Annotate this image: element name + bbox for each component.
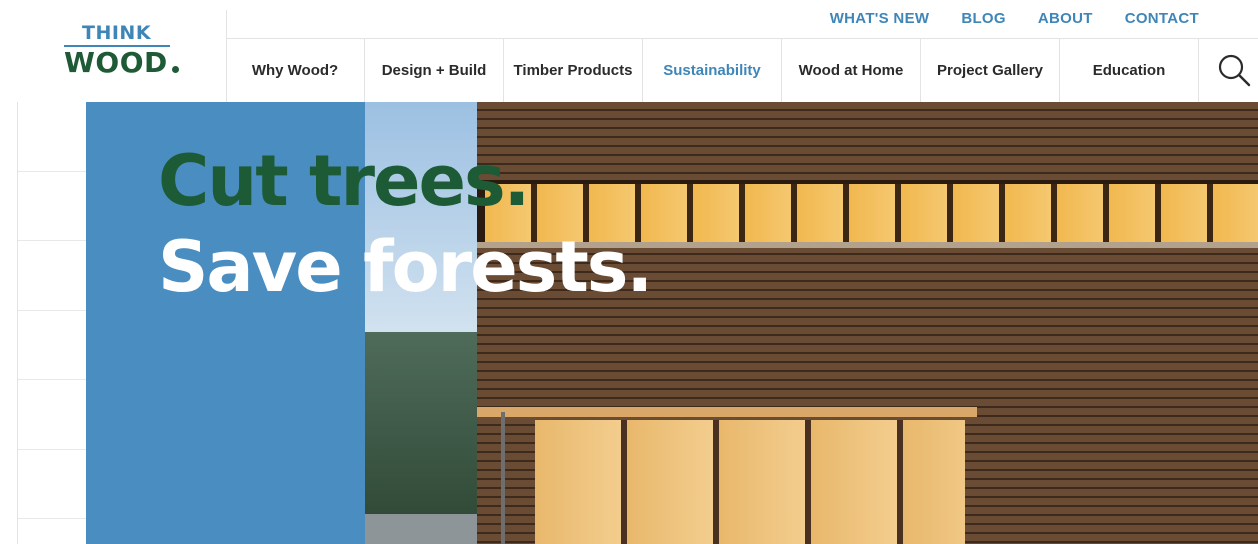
utility-link-whats-new[interactable]: WHAT'S NEW bbox=[830, 10, 930, 28]
nav-item-design-build[interactable]: Design + Build bbox=[365, 39, 504, 102]
hero-headline-line1: Cut trees. bbox=[158, 140, 530, 222]
main-nav: Why Wood? Design + Build Timber Products… bbox=[226, 39, 1199, 102]
nav-item-wood-at-home[interactable]: Wood at Home bbox=[782, 39, 921, 102]
grid-cell bbox=[18, 172, 87, 241]
nav-item-education[interactable]: Education bbox=[1060, 39, 1199, 102]
site-header: THINK WOOD WHAT'S NEW BLOG ABOUT CONTACT… bbox=[0, 0, 1258, 102]
utility-link-about[interactable]: ABOUT bbox=[1038, 10, 1093, 28]
grid-cell bbox=[18, 102, 87, 172]
hero-headline-line2: Save forests. bbox=[158, 226, 653, 308]
photo-pillar bbox=[501, 412, 505, 544]
left-grid-strip bbox=[17, 102, 87, 544]
grid-cell bbox=[18, 241, 87, 311]
nav-item-project-gallery[interactable]: Project Gallery bbox=[921, 39, 1060, 102]
logo-wood-text: WOOD bbox=[64, 46, 168, 79]
hero-banner: Cut trees. Save forests. bbox=[86, 102, 1258, 544]
utility-link-contact[interactable]: CONTACT bbox=[1125, 10, 1199, 28]
search-button[interactable] bbox=[1216, 52, 1252, 88]
registered-mark-icon bbox=[172, 66, 179, 73]
hero-headline: Cut trees. Save forests. bbox=[158, 140, 653, 308]
photo-forest bbox=[365, 332, 495, 544]
nav-item-why-wood[interactable]: Why Wood? bbox=[226, 39, 365, 102]
grid-cell bbox=[18, 380, 87, 450]
utility-nav: WHAT'S NEW BLOG ABOUT CONTACT bbox=[830, 10, 1199, 28]
grid-cell bbox=[18, 450, 87, 519]
think-wood-logo[interactable]: THINK WOOD bbox=[58, 18, 182, 80]
photo-soffit bbox=[477, 407, 977, 417]
nav-item-timber-products[interactable]: Timber Products bbox=[504, 39, 643, 102]
search-icon bbox=[1218, 54, 1251, 87]
nav-item-sustainability[interactable]: Sustainability bbox=[643, 39, 782, 102]
logo-think-text: THINK bbox=[82, 22, 152, 44]
photo-glass-facade bbox=[535, 420, 965, 544]
utility-link-blog[interactable]: BLOG bbox=[961, 10, 1006, 28]
grid-cell bbox=[18, 311, 87, 380]
